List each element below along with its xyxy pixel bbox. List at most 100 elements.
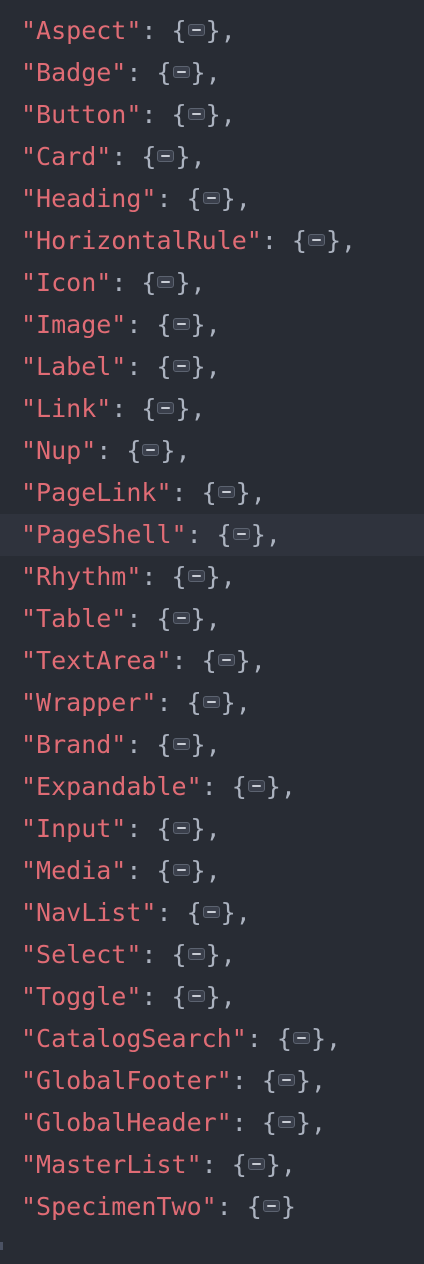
collapsed-fold-icon[interactable] — [187, 948, 205, 960]
json-key: "Toggle" — [21, 982, 142, 1011]
json-key: "GlobalHeader" — [21, 1108, 232, 1137]
closing-brace: } — [205, 100, 221, 129]
collapsed-fold-icon[interactable] — [247, 780, 265, 792]
collapsed-fold-icon[interactable] — [232, 528, 250, 540]
code-line[interactable]: "Heading": {}, — [0, 178, 424, 220]
collapsed-fold-icon[interactable] — [172, 822, 190, 834]
trailing-comma: , — [235, 184, 251, 213]
collapsed-fold-icon[interactable] — [217, 486, 235, 498]
json-key: "Input" — [21, 814, 127, 843]
code-line[interactable]: "Table": {}, — [0, 598, 424, 640]
collapsed-fold-icon[interactable] — [172, 66, 190, 78]
colon: : { — [156, 898, 202, 927]
code-line[interactable]: "Toggle": {}, — [0, 976, 424, 1018]
code-line[interactable]: "GlobalHeader": {}, — [0, 1102, 424, 1144]
trailing-comma: , — [250, 478, 266, 507]
colon: : { — [141, 982, 187, 1011]
collapsed-fold-icon[interactable] — [157, 402, 175, 414]
collapsed-fold-icon[interactable] — [172, 738, 190, 750]
collapsed-fold-icon[interactable] — [262, 1200, 280, 1212]
code-line[interactable]: "Media": {}, — [0, 850, 424, 892]
colon: : { — [201, 772, 247, 801]
code-line[interactable]: "Icon": {}, — [0, 262, 424, 304]
collapsed-fold-icon[interactable] — [172, 360, 190, 372]
collapsed-fold-icon[interactable] — [202, 696, 220, 708]
colon: : { — [96, 436, 142, 465]
collapsed-fold-icon[interactable] — [187, 108, 205, 120]
collapsed-fold-icon[interactable] — [172, 318, 190, 330]
code-line[interactable]: "PageShell": {}, — [0, 514, 424, 556]
closing-brace: } — [205, 16, 221, 45]
collapsed-fold-icon[interactable] — [307, 234, 325, 246]
colon: : { — [126, 58, 172, 87]
collapsed-fold-icon[interactable] — [157, 276, 175, 288]
json-key: "HorizontalRule" — [21, 226, 262, 255]
trailing-comma: , — [220, 562, 236, 591]
code-line[interactable]: "Wrapper": {}, — [0, 682, 424, 724]
code-line[interactable]: "Nup": {}, — [0, 430, 424, 472]
code-editor[interactable]: "Aspect": {}, "Badge": {}, "Button": {}, "C… — [0, 10, 424, 1228]
code-line[interactable]: "GlobalFooter": {}, — [0, 1060, 424, 1102]
trailing-comma: , — [341, 226, 357, 255]
code-line[interactable]: "Input": {}, — [0, 808, 424, 850]
trailing-comma: , — [205, 310, 221, 339]
json-key: "Expandable" — [21, 772, 202, 801]
code-line[interactable]: "Image": {}, — [0, 304, 424, 346]
trailing-comma: , — [205, 352, 221, 381]
code-line[interactable]: "Select": {}, — [0, 934, 424, 976]
colon: : { — [126, 730, 172, 759]
collapsed-fold-icon[interactable] — [172, 612, 190, 624]
collapsed-fold-icon[interactable] — [217, 654, 235, 666]
collapsed-fold-icon[interactable] — [157, 150, 175, 162]
collapsed-fold-icon[interactable] — [277, 1074, 295, 1086]
collapsed-fold-icon[interactable] — [142, 444, 160, 456]
collapsed-fold-icon[interactable] — [187, 24, 205, 36]
code-line[interactable]: "Expandable": {}, — [0, 766, 424, 808]
json-key: "Wrapper" — [21, 688, 157, 717]
colon: : { — [126, 856, 172, 885]
code-line[interactable]: "SpecimenTwo": {} — [0, 1186, 424, 1228]
collapsed-fold-icon[interactable] — [172, 864, 190, 876]
code-line[interactable]: "Brand": {}, — [0, 724, 424, 766]
collapsed-fold-icon[interactable] — [202, 192, 220, 204]
code-line[interactable]: "MasterList": {}, — [0, 1144, 424, 1186]
collapsed-fold-icon[interactable] — [247, 1158, 265, 1170]
trailing-comma: , — [235, 898, 251, 927]
trailing-comma: , — [220, 940, 236, 969]
code-line[interactable]: "Rhythm": {}, — [0, 556, 424, 598]
json-key: "Brand" — [21, 730, 127, 759]
code-line[interactable]: "Aspect": {}, — [0, 10, 424, 52]
trailing-comma: , — [280, 1150, 296, 1179]
collapsed-fold-icon[interactable] — [187, 990, 205, 1002]
trailing-comma: , — [310, 1066, 326, 1095]
code-line[interactable]: "Label": {}, — [0, 346, 424, 388]
json-key: "MasterList" — [21, 1150, 202, 1179]
collapsed-fold-icon[interactable] — [202, 906, 220, 918]
colon: : { — [216, 1192, 262, 1221]
collapsed-fold-icon[interactable] — [277, 1116, 295, 1128]
colon: : { — [171, 646, 217, 675]
code-line[interactable]: "CatalogSearch": {}, — [0, 1018, 424, 1060]
trailing-comma: , — [220, 100, 236, 129]
trailing-comma: , — [205, 856, 221, 885]
json-key: "PageLink" — [21, 478, 172, 507]
json-key: "Icon" — [21, 268, 112, 297]
json-key: "Nup" — [21, 436, 97, 465]
code-line[interactable]: "Button": {}, — [0, 94, 424, 136]
json-key: "TextArea" — [21, 646, 172, 675]
code-line[interactable]: "HorizontalRule": {}, — [0, 220, 424, 262]
code-line[interactable]: "Card": {}, — [0, 136, 424, 178]
collapsed-fold-icon[interactable] — [292, 1032, 310, 1044]
trailing-comma: , — [190, 268, 206, 297]
colon: : { — [171, 478, 217, 507]
code-line[interactable]: "Link": {}, — [0, 388, 424, 430]
code-line[interactable]: "Badge": {}, — [0, 52, 424, 94]
trailing-comma: , — [250, 646, 266, 675]
collapsed-fold-icon[interactable] — [187, 570, 205, 582]
json-key: "NavList" — [21, 898, 157, 927]
code-line[interactable]: "TextArea": {}, — [0, 640, 424, 682]
closing-brace: } — [190, 856, 206, 885]
code-line[interactable]: "NavList": {}, — [0, 892, 424, 934]
code-line[interactable]: "PageLink": {}, — [0, 472, 424, 514]
closing-brace: } — [205, 940, 221, 969]
